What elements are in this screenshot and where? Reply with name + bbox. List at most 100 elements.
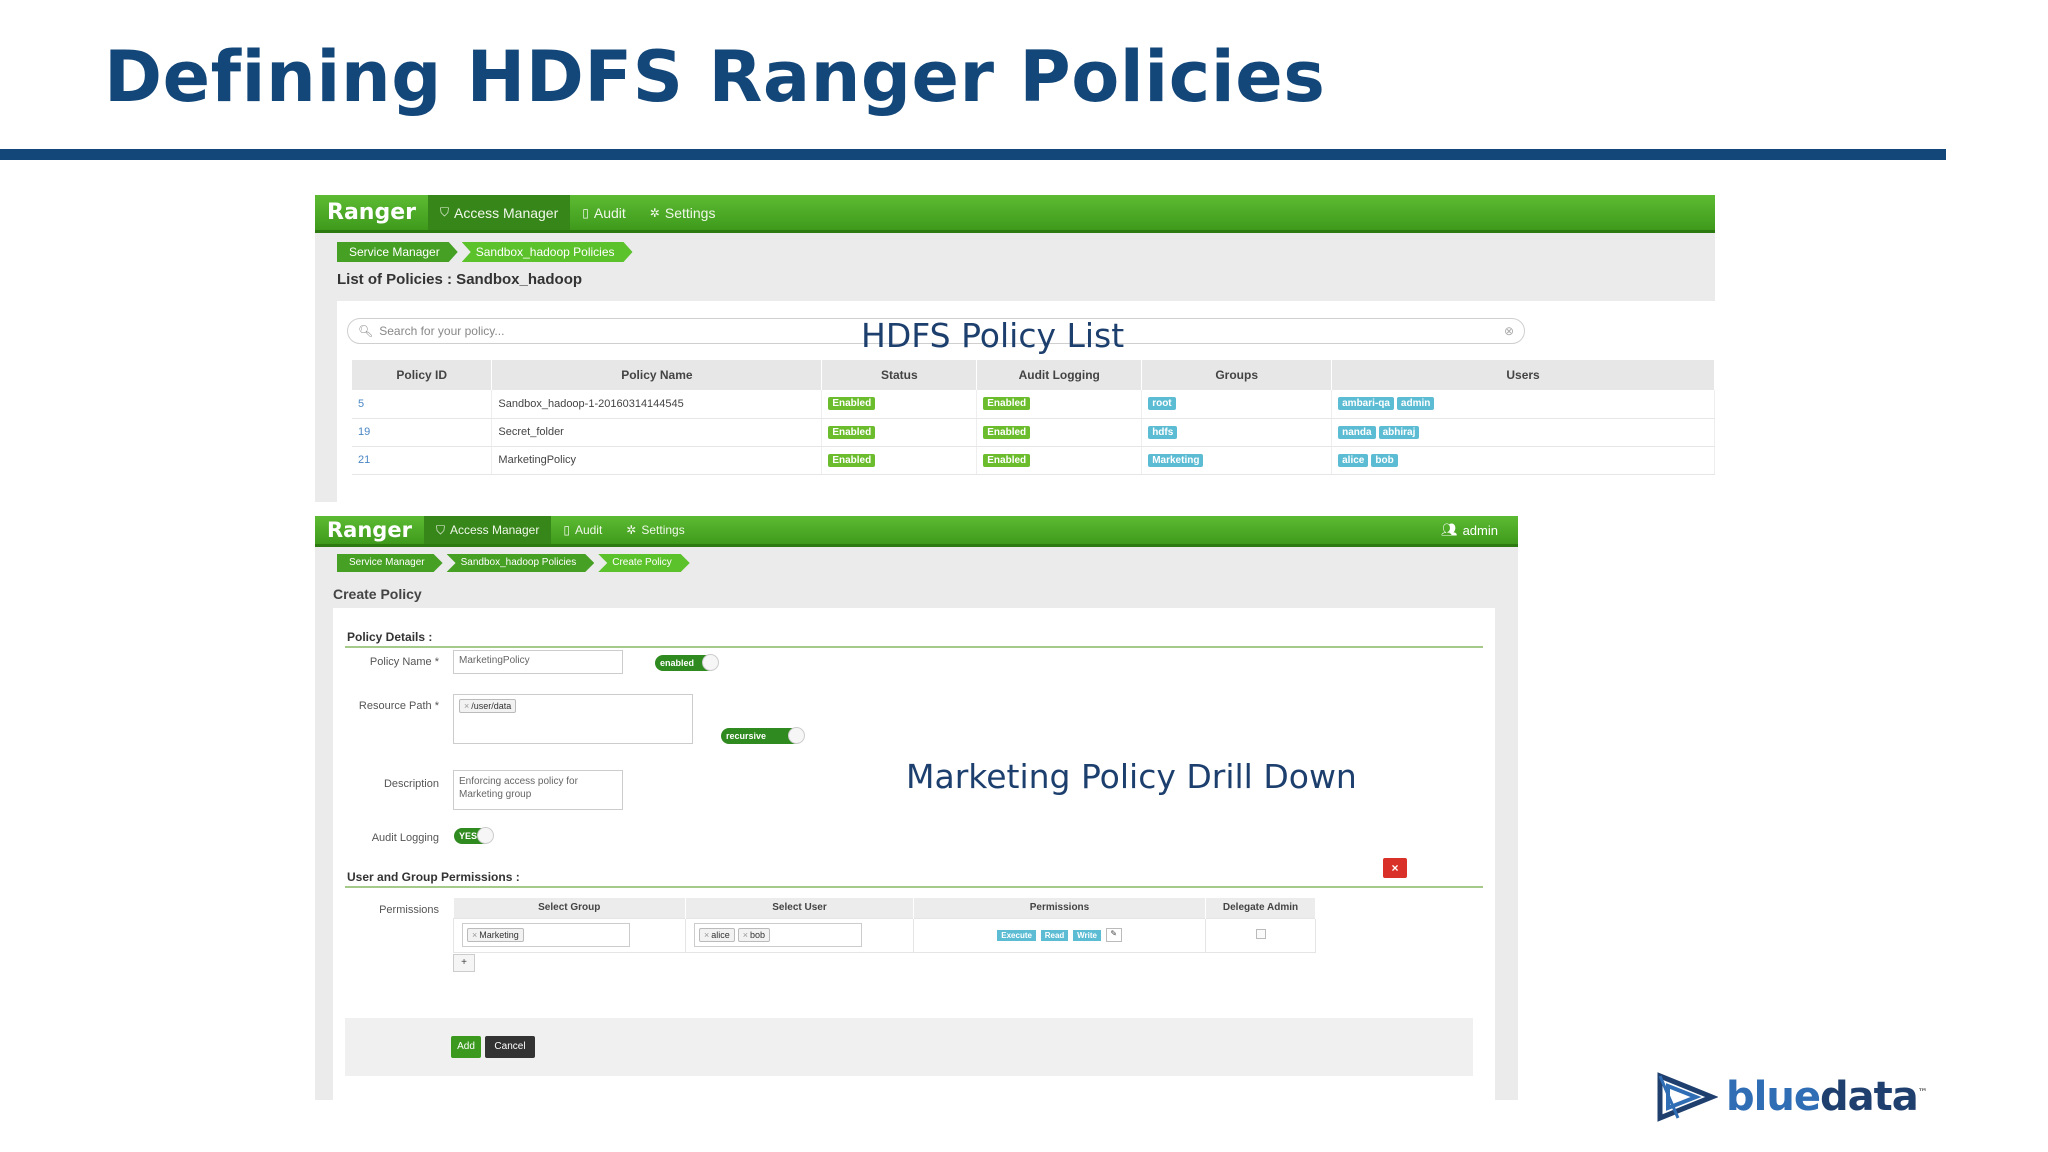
nav-audit-label: Audit	[593, 204, 626, 221]
col-users[interactable]: Users	[1331, 360, 1715, 390]
search-icon: 🔍︎	[358, 324, 374, 338]
resource-path-tag[interactable]: ×/user/data	[459, 699, 517, 713]
delegate-admin-checkbox[interactable]	[1255, 928, 1266, 939]
group-badge: root	[1148, 397, 1176, 411]
description-label: Description	[383, 778, 439, 790]
group-badge: Marketing	[1148, 453, 1204, 467]
bluedata-logo-text: bluedata™	[1726, 1074, 1928, 1120]
edit-permissions-icon[interactable]: ✎	[1105, 928, 1122, 942]
user-tag-label: alice	[711, 930, 730, 940]
cancel-button[interactable]: Cancel	[485, 1036, 535, 1058]
remove-tag-icon[interactable]: ×	[743, 930, 748, 940]
slide-title: Defining HDFS Ranger Policies	[104, 36, 1326, 118]
select-user-input[interactable]: × alice × bob	[694, 923, 862, 947]
col-audit-logging[interactable]: Audit Logging	[976, 360, 1143, 390]
remove-tag-icon[interactable]: ×	[704, 930, 709, 940]
breadcrumb-create-policy[interactable]: Create Policy	[598, 554, 689, 572]
nav-access-manager-label: Access Manager	[449, 523, 540, 537]
remove-tag-icon[interactable]: ×	[472, 930, 477, 940]
section-divider	[345, 646, 1483, 648]
nav-settings[interactable]: ✲ Settings	[638, 195, 728, 230]
policy-enabled-toggle[interactable]: enabled	[655, 654, 719, 671]
create-policy-panel: Policy Details : Policy Name * Marketing…	[333, 608, 1495, 1100]
user-tag[interactable]: × bob	[737, 928, 771, 942]
page-title: List of Policies : Sandbox_hadoop	[337, 271, 583, 288]
nav-audit[interactable]: ▯ Audit	[551, 516, 614, 544]
shield-icon: ⛉	[435, 522, 445, 537]
table-row[interactable]: 19 Secret_folder Enabled Enabled hdfs na…	[352, 418, 1715, 447]
col-status[interactable]: Status	[821, 360, 978, 390]
bluedata-logo: bluedata™	[1656, 1072, 1928, 1122]
permission-badge: Read	[1040, 929, 1069, 941]
create-policy-screenshot: Ranger ⛉ Access Manager ▯ Audit ✲ Settings …	[315, 516, 1518, 1100]
user-tag-label: bob	[750, 930, 766, 940]
ranger-brand[interactable]: Ranger	[315, 200, 428, 225]
recursive-toggle[interactable]: recursive	[721, 727, 805, 744]
breadcrumb: Service Manager Sandbox_hadoop Policies	[337, 242, 637, 262]
group-badge: hdfs	[1148, 425, 1178, 439]
user-badge: admin	[1396, 397, 1435, 411]
col-groups[interactable]: Groups	[1141, 360, 1333, 390]
policy-name-field[interactable]: MarketingPolicy	[453, 650, 623, 674]
remove-tag-icon[interactable]: ×	[464, 701, 469, 711]
nav-settings-label: Settings	[664, 204, 716, 221]
user-menu[interactable]: 👥︎ admin	[1441, 522, 1518, 538]
nav-settings[interactable]: ✲ Settings	[614, 516, 696, 544]
page-title: Create Policy	[333, 586, 422, 602]
bluedata-logo-icon	[1657, 1072, 1718, 1122]
enabled-toggle-label: enabled	[660, 658, 695, 668]
add-button[interactable]: Add	[451, 1036, 481, 1058]
policy-name-label: Policy Name *	[369, 656, 439, 668]
shield-icon: ⛉	[439, 205, 449, 219]
ranger-navbar: Ranger ⛉ Access Manager ▯ Audit ✲ Settings	[315, 195, 1715, 233]
toggle-knob	[477, 827, 494, 844]
resource-path-value: /user/data	[471, 701, 512, 711]
delete-row-button[interactable]: ×	[1383, 858, 1407, 878]
permissions-label: Permissions	[379, 904, 439, 916]
ranger-brand[interactable]: Ranger	[315, 518, 424, 542]
nav-settings-label: Settings	[641, 523, 685, 537]
breadcrumb-service-manager[interactable]: Service Manager	[337, 554, 443, 572]
nav-audit-label: Audit	[574, 523, 603, 537]
gear-icon: ✲	[626, 523, 637, 537]
recursive-toggle-label: recursive	[726, 731, 767, 741]
group-tag[interactable]: × Marketing	[467, 928, 524, 942]
user-badge: alice	[1338, 453, 1369, 467]
title-rule	[0, 149, 1946, 160]
breadcrumb-policies[interactable]: Sandbox_hadoop Policies	[447, 554, 595, 572]
table-row[interactable]: 21 MarketingPolicy Enabled Enabled Marke…	[352, 446, 1715, 475]
nav-audit[interactable]: ▯ Audit	[570, 195, 638, 230]
breadcrumb-service-manager[interactable]: Service Manager	[337, 242, 458, 262]
col-permissions: Permissions	[913, 898, 1206, 918]
col-policy-id[interactable]: Policy ID	[352, 360, 493, 390]
col-select-user: Select User	[685, 898, 914, 918]
file-icon: ▯	[582, 205, 589, 220]
select-group-input[interactable]: × Marketing	[462, 923, 630, 947]
status-badge: Enabled	[828, 453, 876, 467]
policy-id-link[interactable]: 19	[352, 418, 493, 447]
policy-id-link[interactable]: 5	[352, 390, 493, 419]
audit-badge: Enabled	[983, 397, 1031, 411]
table-row[interactable]: 5 Sandbox_hadoop-1-20160314144545 Enable…	[352, 390, 1715, 419]
user-name: admin	[1462, 522, 1498, 538]
nav-access-manager[interactable]: ⛉ Access Manager	[427, 195, 571, 230]
clear-search-icon[interactable]: ⊗	[1504, 324, 1514, 338]
policy-name: MarketingPolicy	[491, 446, 823, 475]
resource-path-field[interactable]: ×/user/data	[453, 694, 693, 744]
policy-id-link[interactable]: 21	[352, 446, 493, 475]
permissions-table: Select Group Select User Permissions Del…	[453, 898, 1316, 953]
user-tag[interactable]: × alice	[699, 928, 735, 942]
add-permission-row-button[interactable]: +	[453, 954, 475, 972]
description-field[interactable]: Enforcing access policy for Marketing gr…	[453, 770, 623, 810]
col-policy-name[interactable]: Policy Name	[491, 360, 823, 390]
toggle-knob	[788, 727, 805, 744]
form-actions: Add Cancel	[345, 1018, 1473, 1076]
permissions-section-title: User and Group Permissions :	[347, 870, 520, 884]
section-divider	[345, 886, 1483, 888]
col-select-group: Select Group	[453, 898, 686, 918]
resource-path-label: Resource Path *	[358, 700, 439, 712]
nav-access-manager[interactable]: ⛉ Access Manager	[423, 516, 552, 544]
breadcrumb-policies[interactable]: Sandbox_hadoop Policies	[462, 242, 633, 262]
audit-logging-toggle[interactable]: YES	[454, 827, 494, 844]
user-badge: bob	[1371, 453, 1398, 467]
